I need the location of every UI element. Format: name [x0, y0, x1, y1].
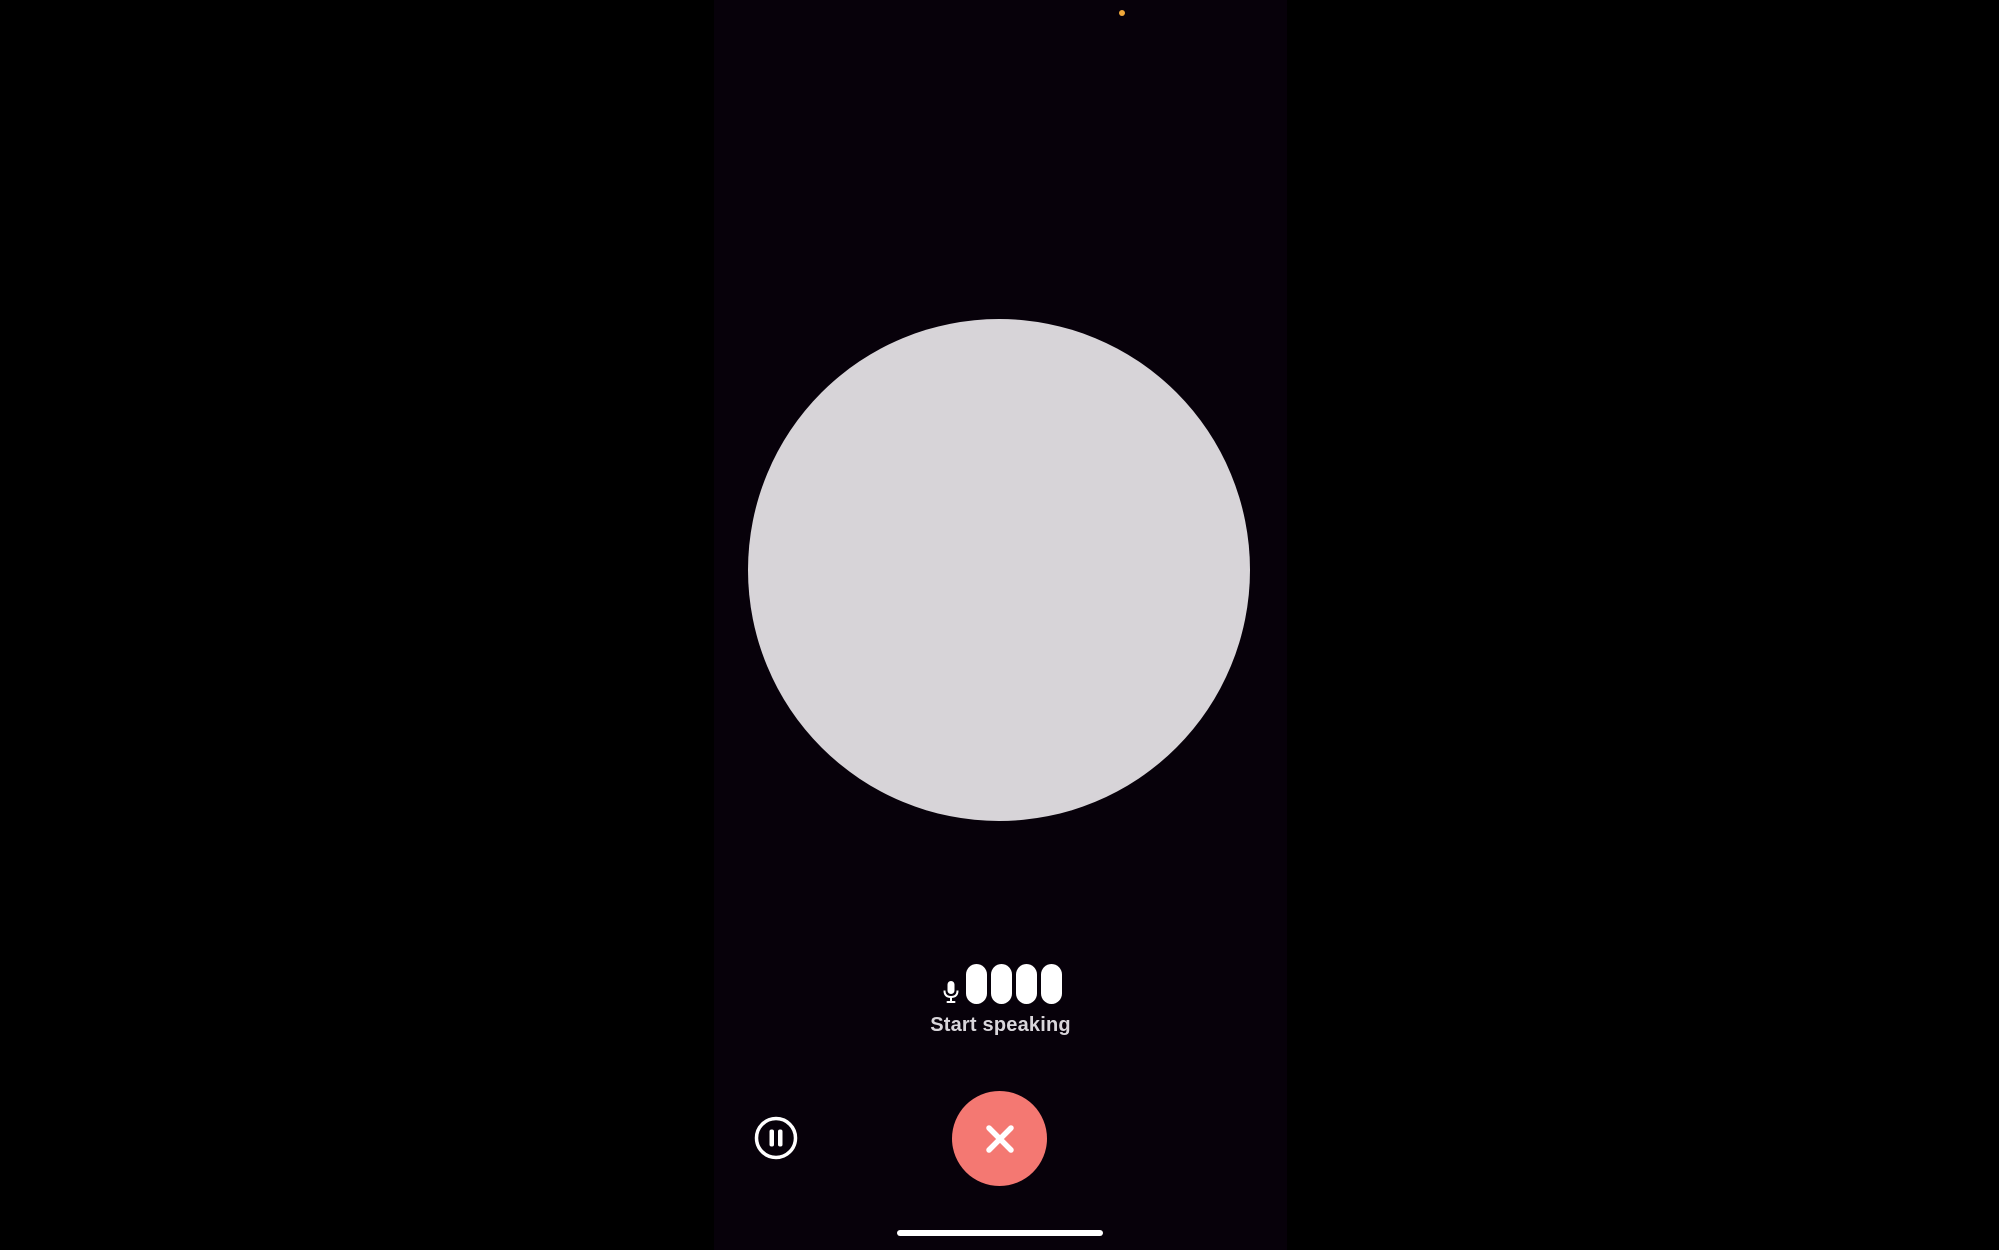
- level-bar: [991, 964, 1012, 1004]
- status-text: Start speaking: [930, 1014, 1071, 1036]
- pause-button[interactable]: [754, 1116, 798, 1160]
- level-bar: [966, 964, 987, 1004]
- voice-orb: [748, 319, 1250, 821]
- pause-icon: [754, 1116, 798, 1160]
- end-session-button[interactable]: [952, 1091, 1047, 1186]
- phone-screen: Start speaking: [714, 0, 1287, 1250]
- audio-level-meter: [942, 962, 1062, 1004]
- close-icon: [985, 1124, 1014, 1153]
- recording-indicator-dot: [1119, 10, 1125, 16]
- home-indicator[interactable]: [897, 1230, 1103, 1236]
- microphone-icon: [943, 981, 959, 1003]
- level-bar: [1041, 964, 1062, 1004]
- app-window: Start speaking: [0, 0, 1999, 1250]
- level-bar: [1016, 964, 1037, 1004]
